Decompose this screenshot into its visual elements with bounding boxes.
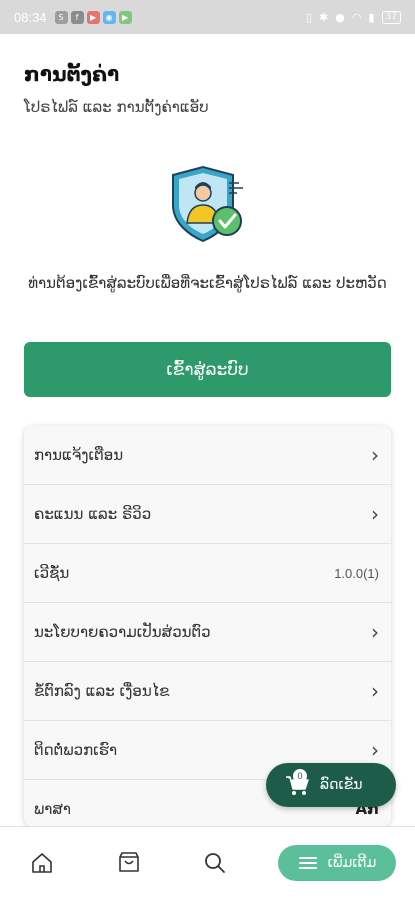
app-icon: ◉ xyxy=(102,10,116,24)
s-app-icon: S xyxy=(54,10,68,24)
settings-item-rating-review[interactable]: ຄະແນນ ແລະ ຣີວິວ › xyxy=(24,485,391,544)
settings-item-version: ເວີຊັ່ນ 1.0.0(1) xyxy=(24,544,391,603)
vibrate-icon: ▯ xyxy=(305,10,313,24)
status-indicators: ▯ ✱ ● ◠ ▮ 37 xyxy=(305,10,401,24)
page-subtitle: ໂປຣໄຟລ໌ ແລະ ການຕັ້ງຄ່າແອັບ xyxy=(24,98,209,116)
security-shield-icon xyxy=(172,165,243,243)
play-icon: ▶ xyxy=(118,10,132,24)
chevron-right-icon: › xyxy=(371,679,379,703)
settings-item-label: ຄະແນນ ແລະ ຣີວິວ xyxy=(34,505,152,523)
bluetooth-icon: ✱ xyxy=(319,10,329,24)
page-title: ການຕັ້ງຄ່າ xyxy=(24,62,120,86)
settings-item-label: ການແຈ້ງເຕືອນ xyxy=(34,446,124,464)
login-prompt-text: ທ່ານຕ້ອງເຂົ້າສູ່ລະບົບເພື່ອທີ່ຈະເຂົ້າສູ່ໂ… xyxy=(28,274,387,292)
chevron-right-icon: › xyxy=(371,443,379,467)
cart-label: ລົດເຂັນ xyxy=(320,777,363,793)
home-icon[interactable] xyxy=(30,851,54,875)
cart-count-badge: 0 xyxy=(293,769,307,783)
signal-icon: ▮ xyxy=(368,10,375,24)
version-value: 1.0.0(1) xyxy=(334,565,379,581)
store-icon[interactable] xyxy=(117,851,141,875)
more-button[interactable]: ເພີ່ມເຕີມ xyxy=(278,845,396,881)
settings-item-label: ເວີຊັ່ນ xyxy=(34,564,70,582)
chevron-right-icon: › xyxy=(371,738,379,762)
chevron-right-icon: › xyxy=(371,502,379,526)
cart-button[interactable]: 0 ລົດເຂັນ xyxy=(266,763,396,807)
youtube-icon: ▶ xyxy=(86,10,100,24)
facebook-icon: f xyxy=(70,10,84,24)
settings-item-label: ຕິດຕໍ່ພວກເຮົາ xyxy=(34,741,118,759)
settings-item-label: ຂໍ້ຕົກລົງ ແລະ ເງື່ອນໄຂ xyxy=(34,682,170,700)
status-bar: 08:34 S f ▶ ◉ ▶ ▯ ✱ ● ◠ ▮ 37 xyxy=(0,0,415,34)
location-icon: ● xyxy=(335,10,345,24)
menu-icon xyxy=(298,857,317,869)
more-label: ເພີ່ມເຕີມ xyxy=(327,855,377,871)
settings-item-terms[interactable]: ຂໍ້ຕົກລົງ ແລະ ເງື່ອນໄຂ › xyxy=(24,662,391,721)
search-icon[interactable] xyxy=(203,851,227,875)
status-app-icons: S f ▶ ◉ ▶ xyxy=(54,10,132,24)
settings-item-privacy-policy[interactable]: ນະໂຍບາຍຄວາມເປັນສ່ວນຕົວ › xyxy=(24,603,391,662)
status-time: 08:34 xyxy=(14,9,47,25)
login-button[interactable]: ເຂົ້າສູ່ລະບົບ xyxy=(24,342,391,397)
chevron-right-icon: › xyxy=(371,620,379,644)
bottom-nav: ເພີ່ມເຕີມ xyxy=(0,826,415,900)
settings-item-notifications[interactable]: ການແຈ້ງເຕືອນ › xyxy=(24,426,391,485)
cart-icon-wrap: 0 xyxy=(284,769,310,798)
battery-icon: 37 xyxy=(381,10,401,24)
settings-item-label: ນະໂຍບາຍຄວາມເປັນສ່ວນຕົວ xyxy=(34,623,211,641)
wifi-icon: ◠ xyxy=(351,10,362,24)
